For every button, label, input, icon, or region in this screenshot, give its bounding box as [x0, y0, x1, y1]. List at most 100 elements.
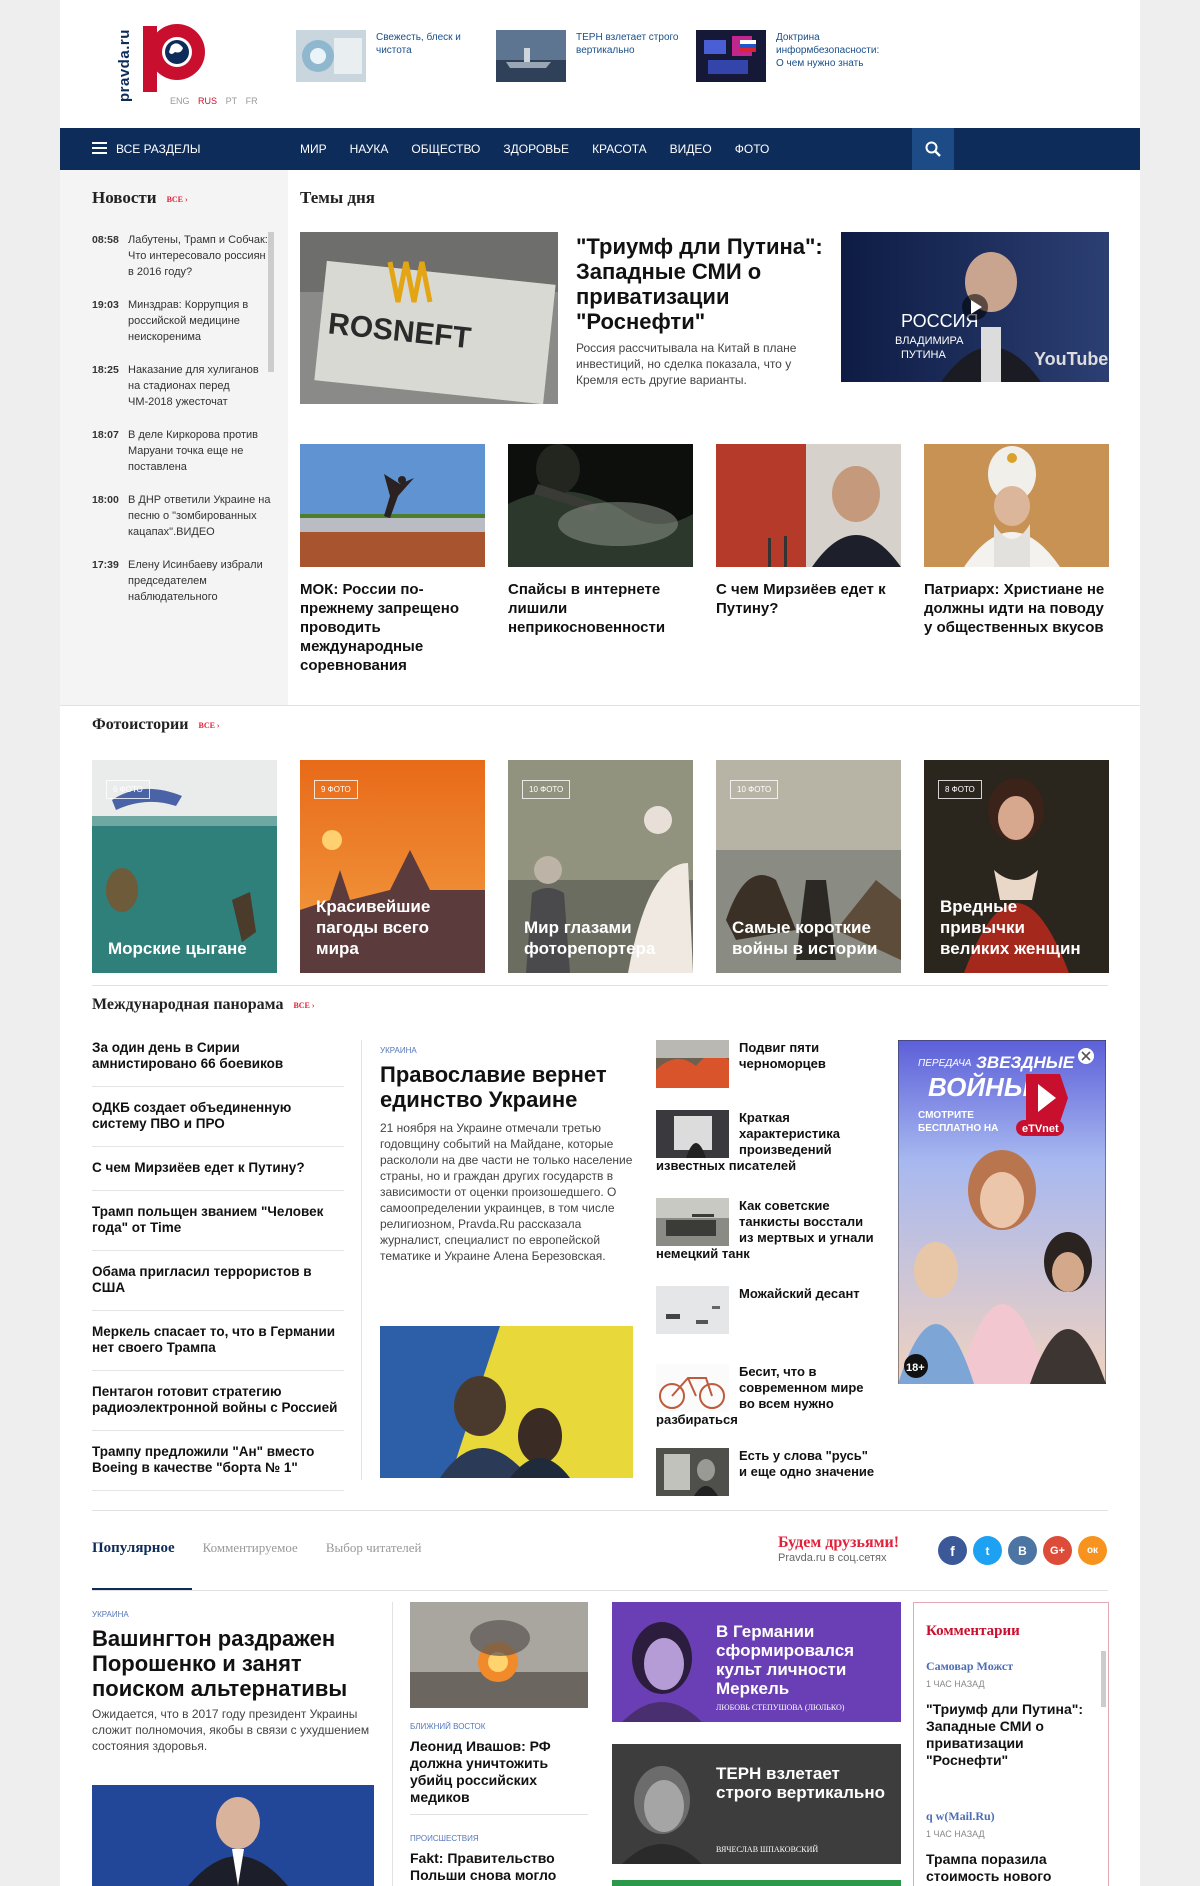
intl-list-item[interactable]: Трампу предложили "Ан" вместо Boeing в к…	[92, 1444, 344, 1491]
news-time: 17:39	[92, 559, 119, 571]
nav-item-world[interactable]: МИР	[300, 142, 327, 156]
comment-author[interactable]: Самовар Можст	[926, 1659, 1013, 1674]
tab-commented[interactable]: Комментируемое	[203, 1540, 298, 1557]
nav-item-health[interactable]: ЗДОРОВЬЕ	[503, 142, 569, 156]
teaser-image	[696, 30, 766, 82]
odnoklassniki-icon[interactable]: ок	[1078, 1536, 1107, 1565]
popular-main-headline[interactable]: Вашингтон раздражен Порошенко и занят по…	[92, 1626, 382, 1701]
popular-col2-tag[interactable]: ПРОИСШЕСТВИЯ	[410, 1834, 479, 1843]
top-teaser[interactable]: ТЕРН взлетает строго вертикально	[496, 30, 686, 82]
author-avatar	[622, 1622, 702, 1722]
main-story-image[interactable]: ROSNEFT	[300, 232, 558, 404]
main-story-headline[interactable]: "Триумф дли Путина": Западные СМИ о прив…	[576, 234, 826, 334]
news-sidebar: Новости ВСЕ › 08:58 Лабутены, Трамп и Собч…	[60, 170, 288, 705]
intl-mini-item[interactable]: Есть у слова "русь" и еще одно значение	[656, 1448, 876, 1496]
comments-title: Комментарии	[926, 1623, 1020, 1639]
intl-mini-item[interactable]: Краткая характеристика произведений изве…	[656, 1110, 876, 1174]
intl-featured-tag[interactable]: УКРАИНА	[380, 1046, 417, 1055]
lang-fr[interactable]: FR	[246, 96, 258, 106]
top-teaser[interactable]: Доктрина информбезопасности: О чем нужно…	[696, 30, 886, 82]
popular-main-image[interactable]	[92, 1785, 374, 1886]
news-item[interactable]: 17:39 Елену Исинбаеву избрали председател…	[92, 557, 272, 605]
opinion-card[interactable]: ТЕРН взлетает строго вертикально ВЯЧЕСЛА…	[612, 1744, 901, 1864]
photo-count-badge: 10 ФОТО	[522, 780, 571, 799]
vkontakte-icon[interactable]: В	[1008, 1536, 1037, 1565]
photostory-caption: Самые короткие войны в истории	[732, 918, 878, 958]
intl-list-item[interactable]: ОДКБ создает объединенную систему ПВО и …	[92, 1100, 344, 1147]
top-teaser[interactable]: Свежесть, блеск и чистота	[296, 30, 486, 82]
intl-featured-headline[interactable]: Православие вернет единство Украине	[380, 1062, 640, 1112]
intl-mini-item[interactable]: Бесит, что в современном мире во всем ну…	[656, 1364, 876, 1428]
intl-all-link[interactable]: ВСЕ ›	[293, 1001, 314, 1010]
site-logo[interactable]: pravda.ru ENG RUS PT FR	[116, 22, 258, 108]
teaser-image	[296, 30, 366, 82]
photostory-card[interactable]: 9 ФОТО Красивейшие пагоды всего мира	[300, 760, 485, 973]
intl-featured-image[interactable]	[380, 1326, 633, 1478]
nav-item-society[interactable]: ОБЩЕСТВО	[411, 142, 480, 156]
author-avatar	[622, 1766, 702, 1864]
photostories-all-link[interactable]: ВСЕ ›	[198, 721, 219, 730]
intl-list-item[interactable]: За один день в Сирии амнистировано 66 бо…	[92, 1040, 344, 1087]
intl-list-item[interactable]: Пентагон готовит стратегию радиоэлектрон…	[92, 1384, 344, 1431]
nav-item-science[interactable]: НАУКА	[350, 142, 389, 156]
nav-item-beauty[interactable]: КРАСОТА	[592, 142, 647, 156]
popular-col2-headline[interactable]: Леонид Ивашов: РФ должна уничтожить убий…	[410, 1738, 588, 1806]
intl-mini-item[interactable]: Как советские танкисты восстали из мертв…	[656, 1198, 876, 1262]
news-item[interactable]: 18:25 Наказание для хулиганов на стадиона…	[92, 362, 272, 410]
menu-icon[interactable]	[92, 142, 107, 154]
twitter-icon[interactable]: t	[973, 1536, 1002, 1565]
comment-article[interactable]: "Триумф дли Путина": Западные СМИ о прив…	[926, 1701, 1096, 1769]
photo-count-badge: 8 ФОТО	[938, 780, 982, 799]
lang-eng[interactable]: ENG	[170, 96, 190, 106]
photostory-card[interactable]: 6 ФОТО Морские цыгане	[92, 760, 277, 973]
nav-item-photo[interactable]: ФОТО	[735, 142, 770, 156]
intl-mini-item[interactable]: Подвиг пяти черноморцев	[656, 1040, 876, 1088]
intl-list-item[interactable]: Обама пригласил террористов в США	[92, 1264, 344, 1311]
theme-card[interactable]: МОК: России по-прежнему запрещено провод…	[300, 444, 485, 675]
lang-pt[interactable]: PT	[226, 96, 238, 106]
comments-scrollbar[interactable]	[1101, 1651, 1106, 1707]
news-item[interactable]: 08:58 Лабутены, Трамп и Собчак: Что интер…	[92, 232, 272, 280]
mini-title: Подвиг пяти черноморцев	[739, 1040, 826, 1071]
news-scrollbar[interactable]	[268, 232, 274, 372]
opinion-card[interactable]: В Германии сформировался культ личности …	[612, 1602, 901, 1722]
intl-list-item[interactable]: Меркель спасает то, что в Германии нет с…	[92, 1324, 344, 1371]
photostory-card[interactable]: 8 ФОТО Вредные привычки великих женщин	[924, 760, 1109, 973]
intl-list-item[interactable]: Трамп польщен званием "Человек года" от …	[92, 1204, 344, 1251]
popular-col2-tag[interactable]: БЛИЖНИЙ ВОСТОК	[410, 1722, 485, 1731]
comment-author[interactable]: q w(Mail.Ru)	[926, 1809, 995, 1824]
tab-readers-choice[interactable]: Выбор читателей	[326, 1540, 422, 1557]
google-plus-icon[interactable]: G+	[1043, 1536, 1072, 1565]
popular-main-tag[interactable]: УКРАИНА	[92, 1610, 129, 1619]
news-time: 18:07	[92, 429, 119, 441]
photostory-card[interactable]: 10 ФОТО Самые короткие войны в истории	[716, 760, 901, 973]
item-divider	[410, 1814, 588, 1815]
popular-col2-headline[interactable]: Fakt: Правительство Польши снова могло	[410, 1850, 588, 1884]
theme-card[interactable]: С чем Мирзиёев едет к Путину?	[716, 444, 901, 618]
ad-banner[interactable]: ПЕРЕДАЧА ЗВЕЗДНЫЕ ВОЙНЫ СМОТРИТЕ БЕСПЛАТ…	[898, 1040, 1106, 1384]
intl-mini-item[interactable]: Можайский десант	[656, 1286, 876, 1334]
popular-col2-image[interactable]	[410, 1602, 588, 1708]
comment-time: 1 ЧАС НАЗАД	[926, 1829, 985, 1839]
intl-list-item[interactable]: С чем Мирзиёев едет к Путину?	[92, 1160, 344, 1191]
news-item[interactable]: 19:03 Минздрав: Коррупция в российской ме…	[92, 297, 272, 345]
nav-all-sections[interactable]: ВСЕ РАЗДЕЛЫ	[116, 142, 201, 156]
news-all-link[interactable]: ВСЕ ›	[167, 195, 188, 204]
news-item[interactable]: 18:00 В ДНР ответили Украине на песню о "…	[92, 492, 272, 540]
intl-list: За один день в Сирии амнистировано 66 бо…	[92, 1040, 344, 1504]
search-button[interactable]	[912, 128, 954, 170]
opinion-author: ЛЮБОВЬ СТЕПУШОВА (ЛЮЛЬКО)	[716, 1703, 845, 1712]
facebook-icon[interactable]: f	[938, 1536, 967, 1565]
svg-text:ВОЙНЫ: ВОЙНЫ	[928, 1072, 1031, 1102]
news-item[interactable]: 18:07 В деле Киркорова против Маруани точ…	[92, 427, 272, 475]
photostory-card[interactable]: 10 ФОТО Мир глазами фоторепортера	[508, 760, 693, 973]
video-player[interactable]: РОССИЯ ВЛАДИМИРА ПУТИНА YouTube	[841, 232, 1109, 382]
teaser-text: Доктрина информбезопасности: О чем нужно…	[776, 32, 880, 69]
nav-item-video[interactable]: ВИДЕО	[670, 142, 712, 156]
theme-card[interactable]: Спайсы в интернете лишили неприкосновенн…	[508, 444, 693, 637]
tab-popular[interactable]: Популярное	[92, 1540, 175, 1557]
lang-rus[interactable]: RUS	[198, 96, 217, 106]
news-text: Елену Исинбаеву избрали председателем на…	[128, 559, 263, 603]
theme-card[interactable]: Патриарх: Христиане не должны идти на по…	[924, 444, 1109, 637]
comment-article[interactable]: Трампа поразила стоимость нового	[926, 1851, 1096, 1885]
